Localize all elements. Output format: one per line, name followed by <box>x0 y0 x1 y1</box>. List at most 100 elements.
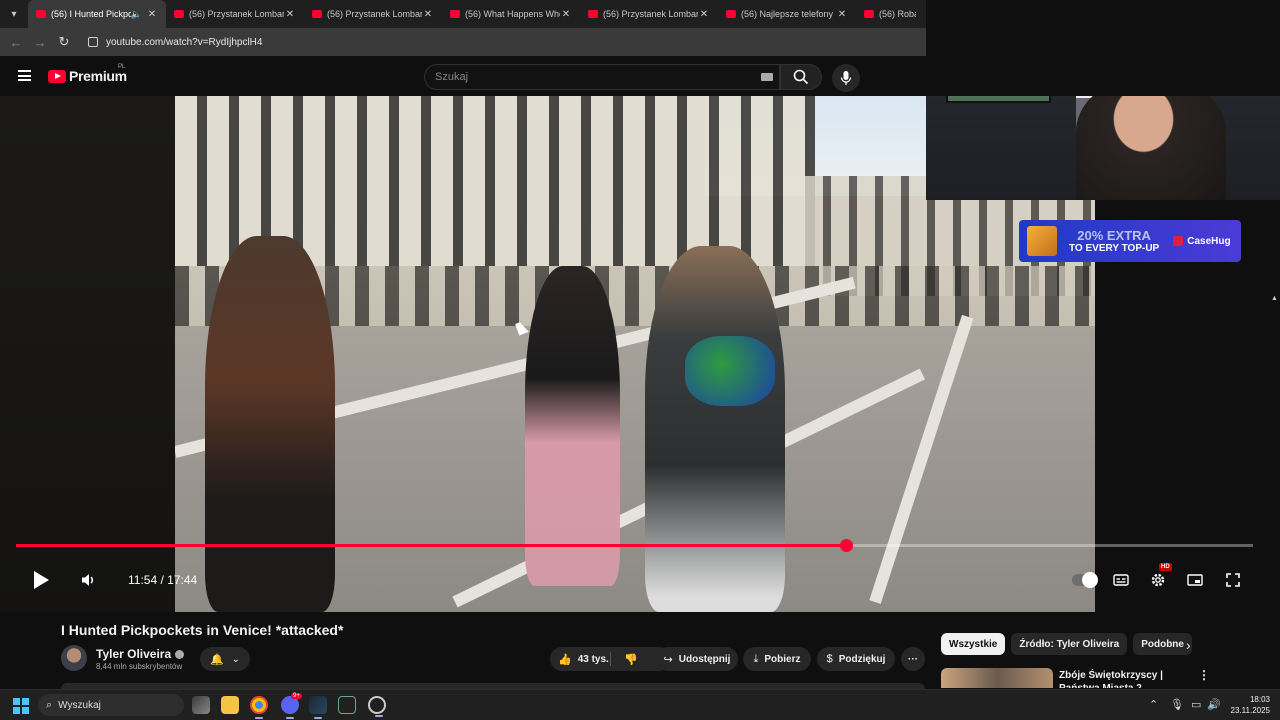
promo-brand-text: CaseHug <box>1187 235 1231 247</box>
promo-banner: 20% EXTRA TO EVERY TOP-UP CaseHug <box>1019 220 1241 262</box>
speaker-icon[interactable]: 🔈 <box>131 9 142 20</box>
autoplay-toggle[interactable] <box>1072 572 1098 588</box>
video-bag <box>685 336 775 406</box>
channel-name[interactable]: Tyler Oliveira <box>96 647 185 661</box>
speaker-icon[interactable]: 🔊 <box>1207 698 1221 711</box>
obs-icon[interactable] <box>368 696 386 717</box>
tray-overflow-icon[interactable]: ⌃ <box>1149 698 1158 711</box>
chip-source[interactable]: Źródło: Tyler Oliveira <box>1011 633 1128 655</box>
chevron-down-icon: ⌄ <box>231 653 241 665</box>
tab-close-icon[interactable]: ✕ <box>146 9 158 20</box>
screen: ▾ (56) I Hunted Pickpoc 🔈 ✕ (56) Przysta… <box>0 0 1280 720</box>
miniplayer-button[interactable] <box>1184 566 1206 594</box>
taskbar-search-label: Wyszukaj <box>58 699 101 711</box>
tab-close-icon[interactable]: ✕ <box>698 9 710 20</box>
menu-icon[interactable] <box>18 70 31 81</box>
back-icon[interactable]: ← <box>4 35 28 50</box>
tab-close-icon[interactable]: ✕ <box>836 9 848 20</box>
recommended-thumbnail[interactable] <box>941 668 1053 688</box>
tab-close-icon[interactable]: ✕ <box>422 9 434 20</box>
thanks-label: Podziękuj <box>838 653 886 665</box>
tab[interactable]: (56) Przystanek Lombard ✕ <box>304 0 442 28</box>
youtube-favicon-icon <box>174 10 184 18</box>
search-input[interactable]: Szukaj <box>424 64 780 90</box>
more-actions-button[interactable]: ··· <box>901 647 925 671</box>
tab-close-icon[interactable]: ✕ <box>560 9 572 20</box>
forward-icon[interactable]: → <box>28 35 52 50</box>
dislike-button[interactable]: 👎 <box>612 647 650 671</box>
share-button[interactable]: ↪ Udostępnij <box>656 647 738 671</box>
channel-avatar[interactable] <box>61 645 87 671</box>
tab-title: (56) I Hunted Pickpoc <box>51 9 131 19</box>
subtitles-button[interactable] <box>1110 566 1132 594</box>
tab-search-menu-icon[interactable]: ▾ <box>4 4 24 24</box>
voice-search-button[interactable] <box>832 64 860 92</box>
youtube-favicon-icon <box>36 10 46 18</box>
youtube-logo-icon <box>48 69 66 83</box>
progress-played <box>16 544 847 547</box>
promo-subline: TO EVERY TOP-UP <box>1069 243 1160 254</box>
download-button[interactable]: ⤓ Pobierz <box>743 647 811 671</box>
fullscreen-icon <box>1226 573 1240 587</box>
share-label: Udostępnij <box>678 653 731 665</box>
promo-headline: 20% EXTRA <box>1077 228 1151 243</box>
scrubber-handle[interactable] <box>840 539 854 552</box>
task-view-icon[interactable] <box>192 696 210 714</box>
tab-close-icon[interactable]: ✕ <box>284 9 296 20</box>
tab[interactable]: (56) Przystanek Lombard ✕ <box>580 0 718 28</box>
url-field[interactable]: youtube.com/watch?v=RydIjhpclH4 <box>82 31 918 53</box>
youtube-premium-logo[interactable]: Premium PL <box>48 64 127 84</box>
chrome-icon[interactable] <box>250 696 268 719</box>
notifications-button[interactable]: 🔔 ⌄ <box>200 647 250 671</box>
play-button[interactable] <box>28 566 54 594</box>
miniplayer-icon <box>1187 574 1203 586</box>
browser-tab-bar: ▾ (56) I Hunted Pickpoc 🔈 ✕ (56) Przysta… <box>0 0 926 28</box>
discord-badge: 9+ <box>291 693 302 699</box>
tab-title: (56) What Happens When <box>465 9 560 19</box>
tab[interactable]: (56) Najlepsze telefony ro ✕ <box>718 0 856 28</box>
thanks-button[interactable]: $ Podziękuj <box>817 647 895 671</box>
scroll-arrow-icon[interactable]: ▲ <box>1271 295 1278 303</box>
bell-icon: 🔔 <box>209 653 224 666</box>
file-explorer-icon[interactable] <box>221 696 239 714</box>
video-person <box>645 246 785 612</box>
video-player[interactable]: 20% EXTRA TO EVERY TOP-UP CaseHug ▲ 11:5… <box>0 96 1280 612</box>
like-count: 43 tys. <box>577 653 609 665</box>
youtube-favicon-icon <box>450 10 460 18</box>
recommended-menu-icon[interactable]: ⋮ <box>1198 668 1210 682</box>
recommended-title[interactable]: Zbóje Świętokrzyscy | Państwa Miasta 2 <box>1059 669 1189 688</box>
subscriber-count: 8,44 mln subskrybentów <box>96 662 183 671</box>
tab-title: (56) Przystanek Lombard <box>189 9 284 19</box>
url-text: youtube.com/watch?v=RydIjhpclH4 <box>106 36 263 48</box>
microphone-icon[interactable]: 🎙 <box>1170 698 1184 711</box>
progress-bar[interactable] <box>16 539 1253 552</box>
logo-text: Premium <box>69 68 127 84</box>
reload-icon[interactable]: ↻ <box>52 34 76 50</box>
search-button[interactable] <box>780 64 822 90</box>
chip-similar[interactable]: Podobne <box>1133 633 1192 655</box>
tab-active[interactable]: (56) I Hunted Pickpoc 🔈 ✕ <box>28 0 166 28</box>
tab[interactable]: (56) Przystanek Lombard ✕ <box>166 0 304 28</box>
chevron-right-icon[interactable]: › <box>1186 637 1191 653</box>
plaza-stripe <box>869 314 974 604</box>
hd-badge: HD <box>1159 563 1172 571</box>
thanks-icon: $ <box>826 653 833 665</box>
steam-icon[interactable] <box>309 696 327 719</box>
tab-title: (56) Przystanek Lombard <box>327 9 422 19</box>
xbox-icon[interactable] <box>338 696 356 714</box>
clock-date: 23.11.2025 <box>1230 706 1270 715</box>
verified-icon <box>175 649 185 659</box>
volume-button[interactable] <box>78 566 100 594</box>
windows-start-icon[interactable] <box>13 698 29 714</box>
fullscreen-button[interactable] <box>1222 566 1244 594</box>
taskbar-search[interactable]: ⌕ Wyszukaj <box>38 694 184 716</box>
tab[interactable]: (56) Robalini <box>856 0 924 28</box>
chip-all[interactable]: Wszystkie <box>941 633 1006 655</box>
youtube-favicon-icon <box>312 10 322 18</box>
site-info-icon[interactable] <box>88 37 98 47</box>
network-icon[interactable]: ▭ <box>1191 698 1201 711</box>
youtube-favicon-icon <box>588 10 598 18</box>
keyboard-icon[interactable] <box>761 73 773 81</box>
tab[interactable]: (56) What Happens When ✕ <box>442 0 580 28</box>
taskbar-clock[interactable]: 18:03 23.11.2025 <box>1231 694 1270 716</box>
